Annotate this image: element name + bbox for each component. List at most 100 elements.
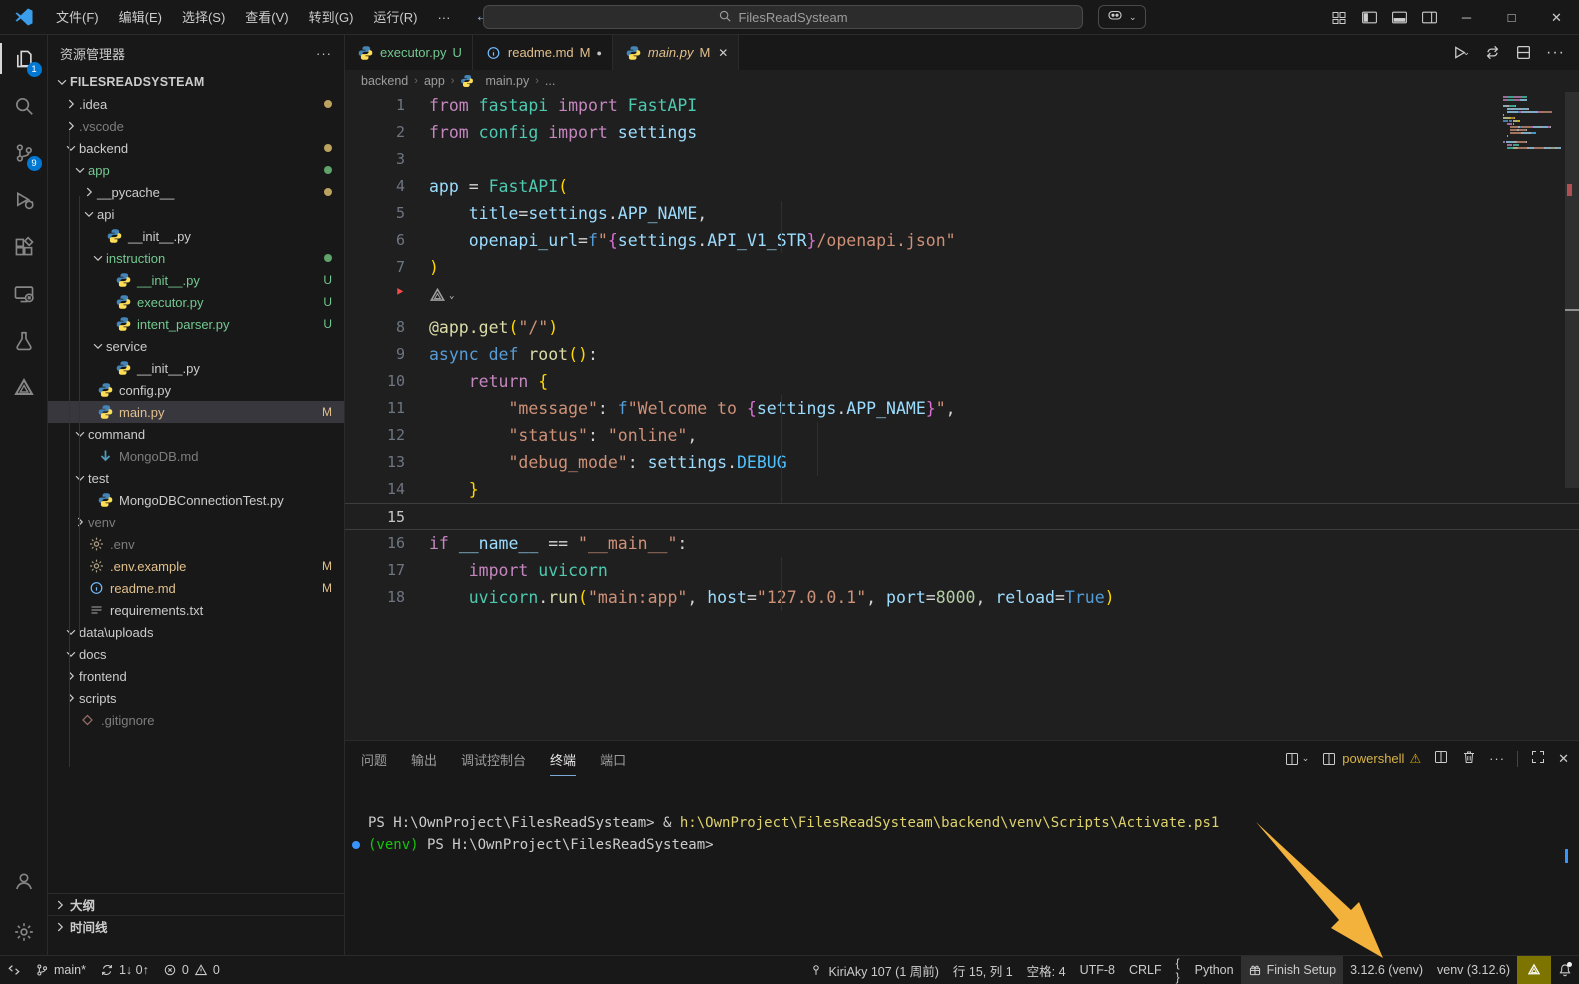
- terminal[interactable]: PS H:\OwnProject\FilesReadSysteam> & h:\…: [345, 776, 1579, 955]
- menu-item[interactable]: 文件(F): [46, 10, 109, 25]
- tree-item[interactable]: .idea: [48, 93, 344, 115]
- breadcrumb-item[interactable]: main.py: [485, 74, 529, 88]
- kill-terminal-icon[interactable]: [1461, 749, 1477, 768]
- tree-item[interactable]: __init__.pyU: [48, 269, 344, 291]
- activity-run-and-debug[interactable]: [0, 176, 48, 223]
- toggle-secondary-sidebar-icon[interactable]: [1414, 0, 1444, 35]
- activity-explorer[interactable]: 1: [0, 35, 48, 82]
- breadcrumb-item[interactable]: ...: [545, 74, 555, 88]
- tree-item[interactable]: MongoDB.md: [48, 445, 344, 467]
- menu-item[interactable]: ···: [427, 10, 460, 25]
- codegeex-inline-icon[interactable]: ⌄: [429, 287, 454, 304]
- status-encoding[interactable]: UTF-8: [1073, 956, 1122, 984]
- tree-item[interactable]: app: [48, 159, 344, 181]
- minimap[interactable]: [1503, 96, 1561, 150]
- activity-remote-explorer[interactable]: [0, 270, 48, 317]
- panel-tab[interactable]: 输出: [411, 742, 437, 776]
- menu-item[interactable]: 转到(G): [299, 10, 364, 25]
- timeline-section[interactable]: 时间线: [48, 915, 344, 937]
- status-cursor-position[interactable]: 行 15, 列 1: [946, 956, 1020, 984]
- tree-item[interactable]: docs: [48, 643, 344, 665]
- tree-item[interactable]: venv: [48, 511, 344, 533]
- menu-item[interactable]: 运行(R): [363, 10, 427, 25]
- chevron-down-icon[interactable]: ⌄: [1302, 753, 1310, 764]
- tree-item[interactable]: scripts: [48, 687, 344, 709]
- status-gitlens-author[interactable]: KiriAky 107 (1 周前): [802, 956, 945, 984]
- close-tab-icon[interactable]: ✕: [718, 46, 728, 60]
- maximize-button[interactable]: □: [1489, 0, 1534, 35]
- editor-tab[interactable]: main.py M ✕: [613, 35, 739, 70]
- tree-item[interactable]: readme.mdM: [48, 577, 344, 599]
- tree-item[interactable]: executor.pyU: [48, 291, 344, 313]
- tree-item[interactable]: intent_parser.pyU: [48, 313, 344, 335]
- tree-item[interactable]: config.py: [48, 379, 344, 401]
- panel-more-icon[interactable]: ···: [1489, 751, 1505, 766]
- tree-item[interactable]: backend: [48, 137, 344, 159]
- tree-item[interactable]: main.pyM: [48, 401, 344, 423]
- tree-item[interactable]: command: [48, 423, 344, 445]
- status-finish-setup[interactable]: Finish Setup: [1241, 956, 1343, 984]
- maximize-panel-icon[interactable]: [1530, 749, 1546, 768]
- toggle-primary-sidebar-icon[interactable]: [1354, 0, 1384, 35]
- tree-item[interactable]: MongoDBConnectionTest.py: [48, 489, 344, 511]
- tree-item[interactable]: FILESREADSYSTEAM: [48, 71, 344, 93]
- activity-codegeex[interactable]: [0, 364, 48, 411]
- activity-testing[interactable]: [0, 317, 48, 364]
- editor-tab[interactable]: readme.md M ●: [473, 35, 613, 70]
- tree-item[interactable]: data\uploads: [48, 621, 344, 643]
- status-git-sync[interactable]: 1↓ 0↑: [93, 956, 156, 984]
- breadcrumb-item[interactable]: app: [424, 74, 445, 88]
- tree-item[interactable]: test: [48, 467, 344, 489]
- compare-changes-icon[interactable]: [1484, 44, 1501, 61]
- panel-tab[interactable]: 端口: [600, 742, 626, 776]
- tree-item[interactable]: .vscode: [48, 115, 344, 137]
- close-panel-icon[interactable]: ✕: [1558, 751, 1569, 767]
- activity-settings[interactable]: [0, 908, 48, 955]
- tree-item[interactable]: instruction: [48, 247, 344, 269]
- menu-item[interactable]: 选择(S): [172, 10, 235, 25]
- menu-item[interactable]: 编辑(E): [109, 10, 172, 25]
- tree-item[interactable]: __pycache__: [48, 181, 344, 203]
- tree-item[interactable]: .gitignore: [48, 709, 344, 731]
- activity-extensions[interactable]: [0, 223, 48, 270]
- tree-item[interactable]: api: [48, 203, 344, 225]
- status-codegeex-status[interactable]: [1517, 956, 1551, 984]
- split-editor-icon[interactable]: [1515, 44, 1532, 61]
- tree-item[interactable]: service: [48, 335, 344, 357]
- status-remote-indicator[interactable]: [0, 956, 28, 984]
- customize-layout-icon[interactable]: [1324, 0, 1354, 35]
- activity-search[interactable]: [0, 82, 48, 129]
- editor-scrollbar[interactable]: [1565, 92, 1579, 488]
- activity-source-control[interactable]: 9: [0, 129, 48, 176]
- command-decoration-icon[interactable]: [352, 841, 360, 849]
- status-notifications[interactable]: [1551, 956, 1579, 984]
- split-terminal-icon[interactable]: [1433, 749, 1449, 768]
- editor-tab[interactable]: executor.py U: [345, 35, 473, 70]
- code-editor[interactable]: 1from fastapi import FastAPI2from config…: [345, 92, 1579, 740]
- status-language-mode[interactable]: { }Python: [1169, 956, 1241, 984]
- command-center-search[interactable]: FilesReadSysteam: [483, 5, 1083, 29]
- activity-accounts[interactable]: [0, 857, 48, 904]
- new-terminal-button[interactable]: ⌄: [1284, 751, 1310, 767]
- panel-tab[interactable]: 终端: [550, 742, 576, 776]
- toggle-panel-icon[interactable]: [1384, 0, 1414, 35]
- panel-tab[interactable]: 调试控制台: [461, 742, 526, 776]
- editor-more-icon[interactable]: ···: [1546, 44, 1565, 62]
- tree-item[interactable]: __init__.py: [48, 357, 344, 379]
- panel-tab[interactable]: 问题: [361, 742, 387, 776]
- tree-item[interactable]: frontend: [48, 665, 344, 687]
- breadcrumb[interactable]: backend›app›main.py›...: [345, 70, 1579, 92]
- minimize-button[interactable]: ─: [1444, 0, 1489, 35]
- terminal-instance-powershell[interactable]: powershell ⚠: [1321, 751, 1421, 767]
- dirty-indicator-icon[interactable]: ●: [596, 48, 601, 58]
- tree-item[interactable]: .env.exampleM: [48, 555, 344, 577]
- outline-section[interactable]: 大纲: [48, 893, 344, 915]
- status-git-branch[interactable]: main*: [28, 956, 93, 984]
- status-problems[interactable]: 00: [156, 956, 227, 984]
- copilot-menu[interactable]: ⌄: [1098, 5, 1146, 29]
- status-python-interpreter[interactable]: 3.12.6 (venv): [1343, 956, 1430, 984]
- tree-item[interactable]: __init__.py: [48, 225, 344, 247]
- run-python-button[interactable]: ⌄: [1451, 44, 1470, 61]
- tree-item[interactable]: .env: [48, 533, 344, 555]
- breadcrumb-item[interactable]: backend: [361, 74, 408, 88]
